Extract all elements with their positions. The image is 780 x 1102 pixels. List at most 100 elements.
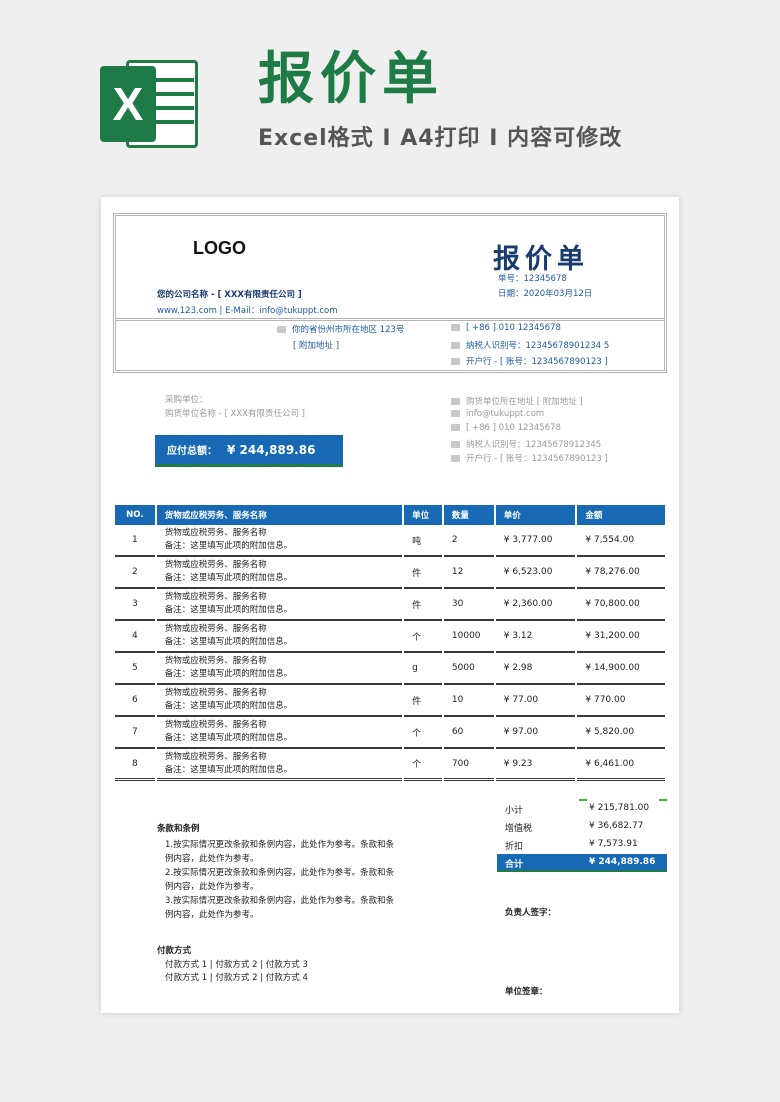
table-row: 3 货物或应税劳务、服务名称 备注：这里填写此项的附加信息。 件 30 ¥ 2,3… xyxy=(115,589,665,621)
terms-line: 2.按实际情况更改条款和条例内容，此处作为参考。条款和条 xyxy=(165,868,395,878)
row-price: ¥ 3.12 xyxy=(495,621,576,653)
id-card-icon xyxy=(451,342,460,349)
items-table: NO. 货物或应税劳务、服务名称 单位 数量 单价 金额 1 货物或应税劳务、服… xyxy=(113,505,667,781)
terms-line: 例内容，此处作为参考。 xyxy=(165,854,259,864)
terms-title: 条款和条例 xyxy=(157,824,200,834)
row-name: 货物或应税劳务、服务名称 备注：这里填写此项的附加信息。 xyxy=(156,717,403,749)
doc-number: 单号：12345678 xyxy=(498,274,567,284)
table-row: 1 货物或应税劳务、服务名称 备注：这里填写此项的附加信息。 吨 2 ¥ 3,77… xyxy=(115,525,665,557)
doc-date: 日期：2020年03月12日 xyxy=(498,289,593,299)
row-name: 货物或应税劳务、服务名称 备注：这里填写此项的附加信息。 xyxy=(156,589,403,621)
row-qty: 60 xyxy=(443,717,494,749)
quotation-sheet: LOGO 报价单 单号：12345678 日期：2020年03月12日 您的公司… xyxy=(101,197,679,1013)
row-price: ¥ 3,777.00 xyxy=(495,525,576,557)
table-row: 4 货物或应税劳务、服务名称 备注：这里填写此项的附加信息。 个 10000 ¥ … xyxy=(115,621,665,653)
row-unit: 件 xyxy=(404,685,442,717)
row-no: 8 xyxy=(115,749,155,781)
row-unit: 件 xyxy=(404,557,442,589)
buyer-address: 购货单位所在地址 [ 附加地址 ] xyxy=(451,395,583,407)
row-amount: ¥ 31,200.00 xyxy=(577,621,665,653)
location-icon xyxy=(277,326,286,333)
phone-icon xyxy=(451,424,460,431)
excel-icon: X xyxy=(100,56,200,152)
col-name: 货物或应税劳务、服务名称 xyxy=(156,505,403,525)
subtotal-row: 小计 ¥ 215,781.00 xyxy=(505,803,650,816)
row-amount: ¥ 7,554.00 xyxy=(577,525,665,557)
row-amount: ¥ 70,800.00 xyxy=(577,589,665,621)
row-name: 货物或应税劳务、服务名称 备注：这里填写此项的附加信息。 xyxy=(156,621,403,653)
discount-row: 折扣 ¥ 7,573.91 xyxy=(505,839,638,852)
company-contact: www.123.com | E-Mail：info@tukuppt.com xyxy=(157,306,338,316)
table-row: 6 货物或应税劳务、服务名称 备注：这里填写此项的附加信息。 件 10 ¥ 77.… xyxy=(115,685,665,717)
company-address: 你的省份州市所在地区 123号 xyxy=(277,323,404,335)
row-unit: 件 xyxy=(404,589,442,621)
col-amount: 金额 xyxy=(577,505,665,525)
terms-line: 例内容，此处作为参考。 xyxy=(165,882,259,892)
row-no: 4 xyxy=(115,621,155,653)
terms-line: 3.按实际情况更改条款和条例内容，此处作为参考。条款和条 xyxy=(165,896,395,906)
buyer-label: 采购单位： xyxy=(165,395,208,405)
table-row: 5 货物或应税劳务、服务名称 备注：这里填写此项的附加信息。 g 5000 ¥ 2… xyxy=(115,653,665,685)
row-qty: 700 xyxy=(443,749,494,781)
buyer-phone: [ +86 ] 010 12345678 xyxy=(451,423,561,433)
row-unit: 吨 xyxy=(404,525,442,557)
row-qty: 2 xyxy=(443,525,494,557)
row-unit: g xyxy=(404,653,442,685)
row-name: 货物或应税劳务、服务名称 备注：这里填写此项的附加信息。 xyxy=(156,653,403,685)
terms-line: 例内容，此处作为参考。 xyxy=(165,910,259,920)
row-name: 货物或应税劳务、服务名称 备注：这里填写此项的附加信息。 xyxy=(156,525,403,557)
banner-title: 报价单 xyxy=(258,47,444,112)
bank-icon xyxy=(451,358,460,365)
row-no: 2 xyxy=(115,557,155,589)
company-name: 您的公司名称 - [ XXX有限责任公司 ] xyxy=(157,290,302,300)
buyer-name: 购货单位名称 - [ XXX有限责任公司 ] xyxy=(165,409,305,419)
row-qty: 10 xyxy=(443,685,494,717)
col-no: NO. xyxy=(115,505,155,525)
row-unit: 个 xyxy=(404,717,442,749)
table-row: 2 货物或应税劳务、服务名称 备注：这里填写此项的附加信息。 件 12 ¥ 6,5… xyxy=(115,557,665,589)
location-icon xyxy=(451,398,460,405)
row-price: ¥ 2,360.00 xyxy=(495,589,576,621)
row-qty: 30 xyxy=(443,589,494,621)
row-no: 1 xyxy=(115,525,155,557)
row-price: ¥ 6,523.00 xyxy=(495,557,576,589)
row-name: 货物或应税劳务、服务名称 备注：这里填写此项的附加信息。 xyxy=(156,557,403,589)
bank-icon xyxy=(451,455,460,462)
phone-icon xyxy=(451,324,460,331)
row-no: 6 xyxy=(115,685,155,717)
row-amount: ¥ 5,820.00 xyxy=(577,717,665,749)
row-unit: 个 xyxy=(404,749,442,781)
row-qty: 12 xyxy=(443,557,494,589)
row-name: 货物或应税劳务、服务名称 备注：这里填写此项的附加信息。 xyxy=(156,749,403,781)
banner: X 报价单 Excel格式 I A4打印 I 内容可修改 xyxy=(0,0,780,180)
id-card-icon xyxy=(451,441,460,448)
amount-due: 应付总额： ¥ 244,889.86 xyxy=(155,435,343,467)
row-amount: ¥ 14,900.00 xyxy=(577,653,665,685)
col-price: 单价 xyxy=(495,505,576,525)
table-row: 8 货物或应税劳务、服务名称 备注：这里填写此项的附加信息。 个 700 ¥ 9.… xyxy=(115,749,665,781)
company-bank: 开户行 - [ 账号：1234567890123 ] xyxy=(451,355,608,367)
total-row: 合计 ¥ 244,889.86 xyxy=(497,854,667,872)
row-amount: ¥ 770.00 xyxy=(577,685,665,717)
header-divider xyxy=(116,318,664,321)
mail-icon xyxy=(451,410,460,417)
buyer-tax-id: 纳税人识别号：12345678912345 xyxy=(451,438,601,450)
col-unit: 单位 xyxy=(404,505,442,525)
signature-unit: 单位签章： xyxy=(505,987,548,997)
row-no: 3 xyxy=(115,589,155,621)
row-price: ¥ 77.00 xyxy=(495,685,576,717)
buyer-email: info@tukuppt.com xyxy=(451,409,544,419)
row-qty: 10000 xyxy=(443,621,494,653)
table-row: 7 货物或应税劳务、服务名称 备注：这里填写此项的附加信息。 个 60 ¥ 97.… xyxy=(115,717,665,749)
row-price: ¥ 9.23 xyxy=(495,749,576,781)
banner-subtitle: Excel格式 I A4打印 I 内容可修改 xyxy=(258,126,623,151)
amount-due-value: ¥ 244,889.86 xyxy=(227,443,316,457)
col-qty: 数量 xyxy=(443,505,494,525)
row-price: ¥ 2.98 xyxy=(495,653,576,685)
row-amount: ¥ 78,276.00 xyxy=(577,557,665,589)
vat-row: 增值税 ¥ 36,682.77 xyxy=(505,821,644,834)
company-address-extra: [ 附加地址 ] xyxy=(293,341,340,351)
row-no: 7 xyxy=(115,717,155,749)
row-unit: 个 xyxy=(404,621,442,653)
row-name: 货物或应税劳务、服务名称 备注：这里填写此项的附加信息。 xyxy=(156,685,403,717)
